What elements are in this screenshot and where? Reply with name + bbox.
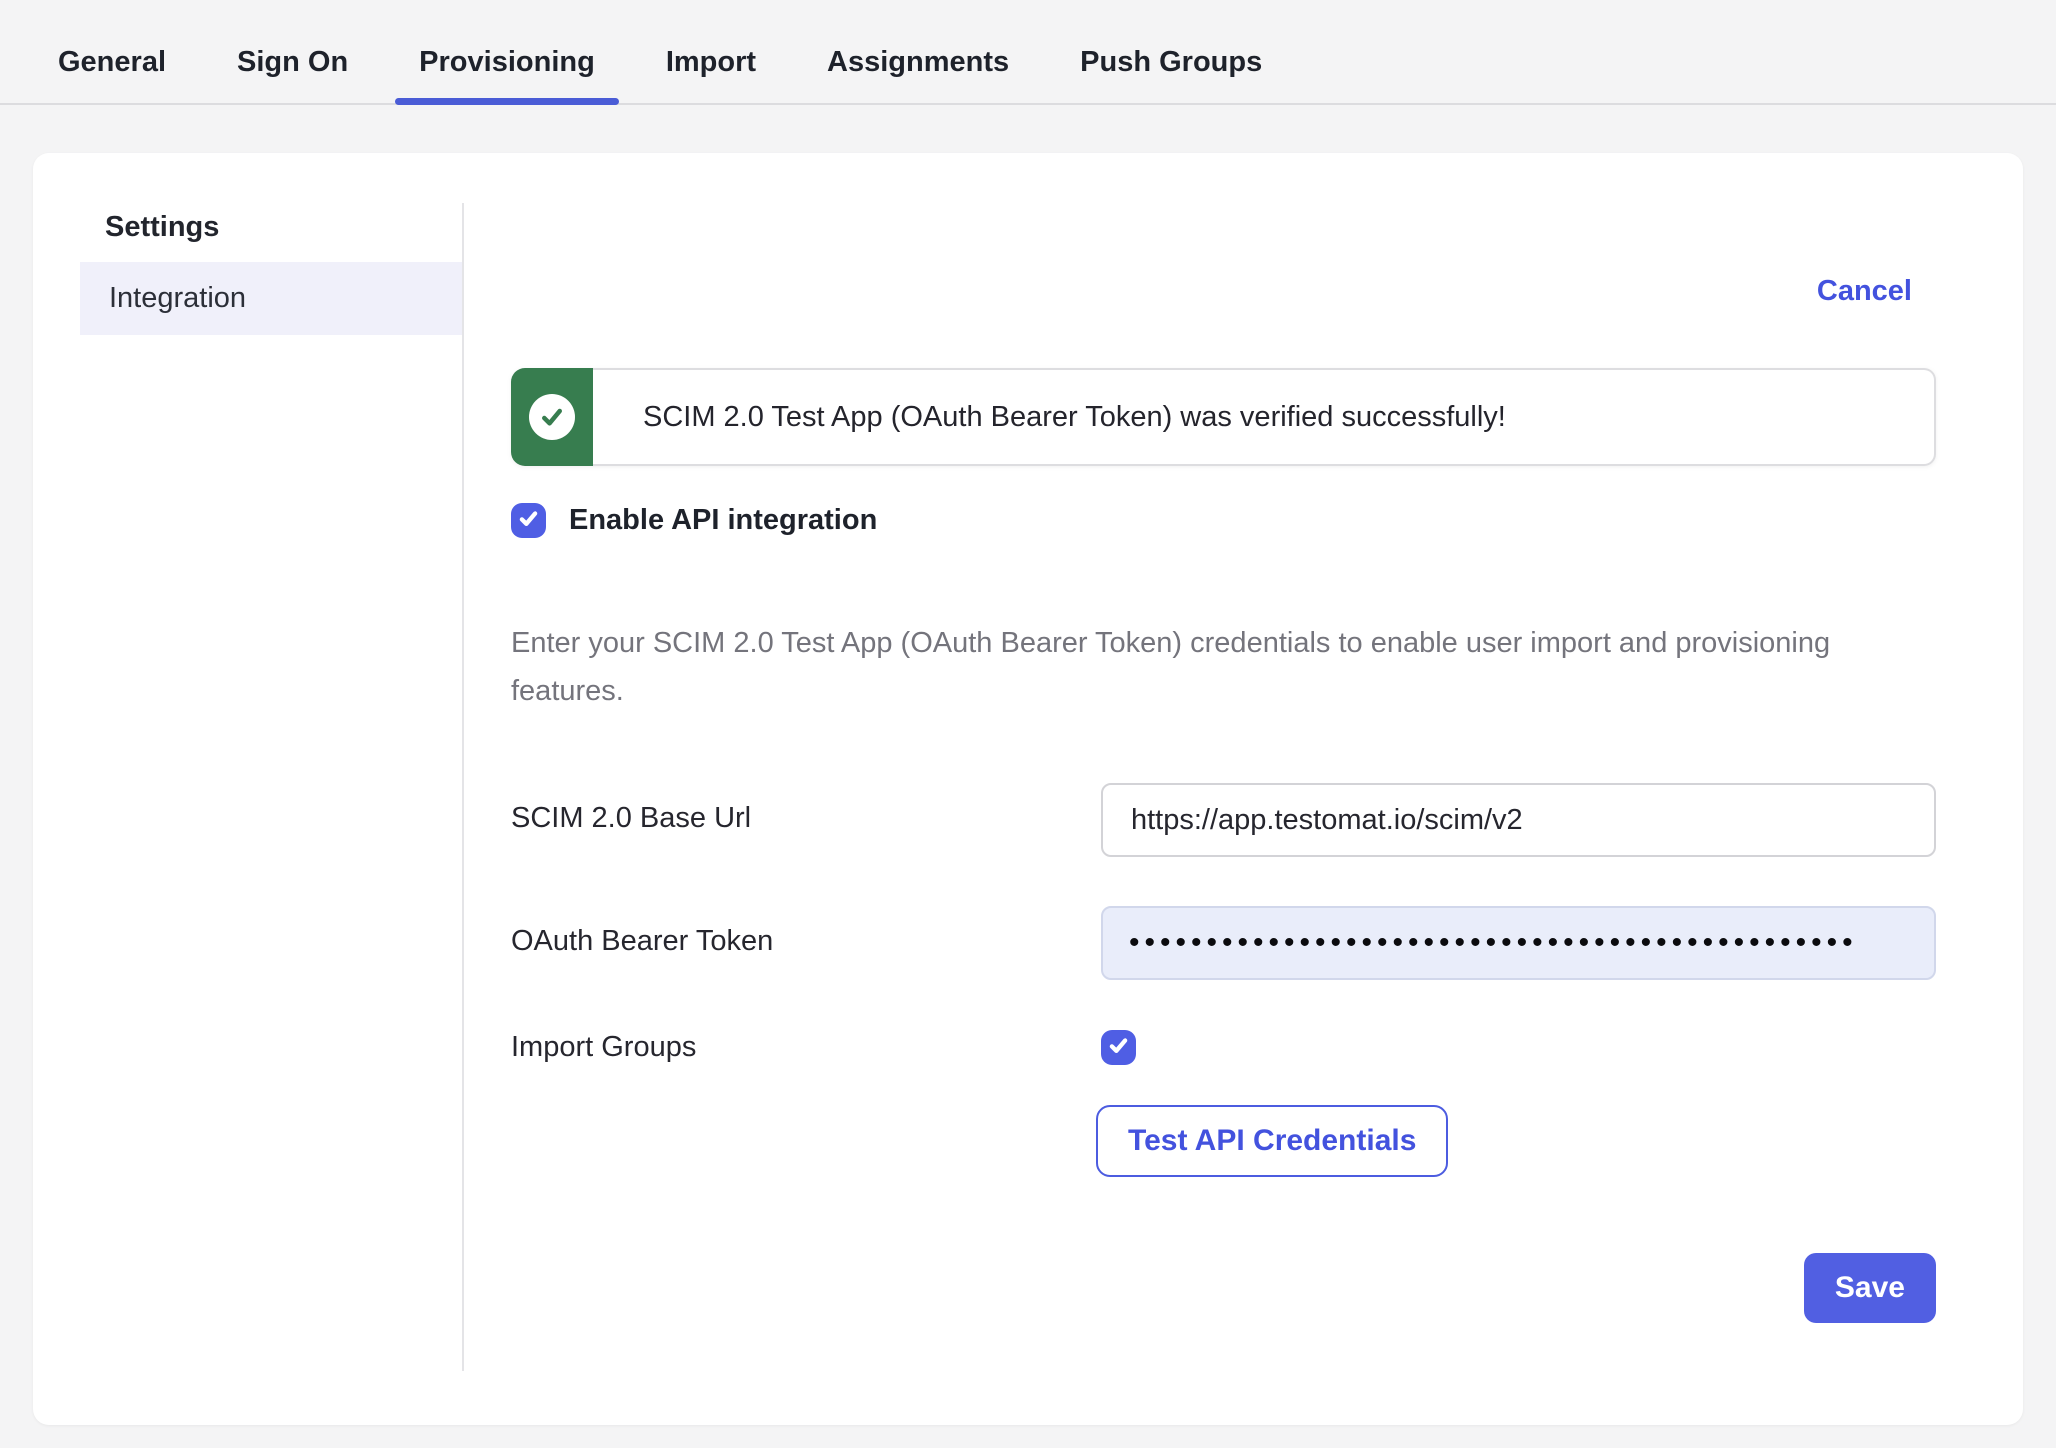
app-tab-bar: General Sign On Provisioning Import Assi… bbox=[0, 0, 2056, 105]
provisioning-page: General Sign On Provisioning Import Assi… bbox=[0, 0, 2056, 1448]
integration-settings-panel: Cancel SCIM 2.0 Test App (OAuth Bearer T… bbox=[511, 153, 1936, 1425]
oauth-bearer-token-label: OAuth Bearer Token bbox=[511, 925, 773, 958]
settings-card: Settings Integration Cancel SCIM 2.0 Tes… bbox=[33, 153, 2023, 1425]
enable-api-integration-label: Enable API integration bbox=[569, 504, 877, 537]
scim-base-url-label: SCIM 2.0 Base Url bbox=[511, 802, 751, 835]
tab-general[interactable]: General bbox=[58, 46, 166, 103]
success-banner-icon-block bbox=[511, 368, 593, 466]
enable-api-integration-checkbox[interactable] bbox=[511, 503, 546, 538]
success-banner-message: SCIM 2.0 Test App (OAuth Bearer Token) w… bbox=[593, 368, 1936, 466]
import-groups-checkbox[interactable] bbox=[1101, 1030, 1136, 1065]
test-api-credentials-button[interactable]: Test API Credentials bbox=[1096, 1105, 1448, 1177]
check-icon bbox=[1107, 1034, 1130, 1062]
credentials-description: Enter your SCIM 2.0 Test App (OAuth Bear… bbox=[511, 619, 1936, 715]
tab-push-groups[interactable]: Push Groups bbox=[1080, 46, 1262, 103]
tab-assignments[interactable]: Assignments bbox=[827, 46, 1009, 103]
enable-api-integration-row: Enable API integration bbox=[511, 503, 877, 538]
tab-provisioning[interactable]: Provisioning bbox=[419, 46, 595, 103]
tab-sign-on[interactable]: Sign On bbox=[237, 46, 348, 103]
check-circle-icon bbox=[529, 394, 575, 440]
import-groups-label: Import Groups bbox=[511, 1031, 696, 1064]
sidebar-item-label: Integration bbox=[109, 282, 246, 315]
sidebar-item-integration[interactable]: Integration bbox=[80, 262, 462, 335]
cancel-link[interactable]: Cancel bbox=[1817, 275, 1912, 308]
sidebar-heading: Settings bbox=[105, 211, 219, 244]
oauth-bearer-token-input[interactable] bbox=[1101, 906, 1936, 980]
success-banner: SCIM 2.0 Test App (OAuth Bearer Token) w… bbox=[511, 368, 1936, 466]
scim-base-url-input[interactable] bbox=[1101, 783, 1936, 857]
tab-import[interactable]: Import bbox=[666, 46, 756, 103]
save-button[interactable]: Save bbox=[1804, 1253, 1936, 1323]
sidebar-divider bbox=[462, 203, 464, 1371]
check-icon bbox=[517, 507, 540, 535]
